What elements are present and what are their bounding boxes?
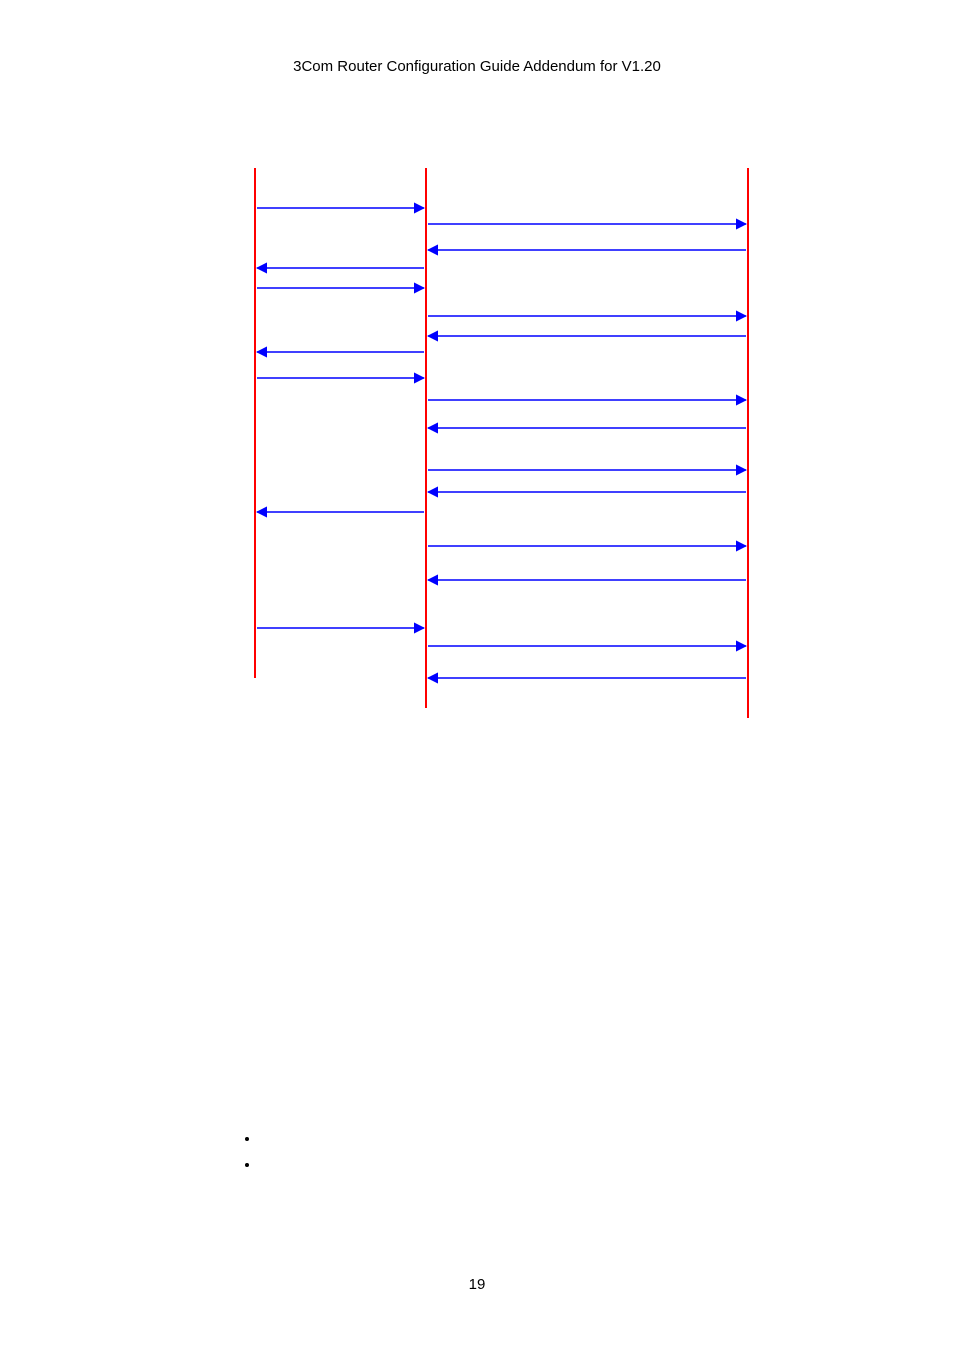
page-number: 19 [0, 1276, 954, 1293]
page-document: 3Com Router Configuration Guide Addendum… [0, 0, 954, 1351]
sequence-diagram [251, 168, 752, 718]
page-header: 3Com Router Configuration Guide Addendum… [0, 58, 954, 75]
bullet-list [220, 1126, 260, 1178]
